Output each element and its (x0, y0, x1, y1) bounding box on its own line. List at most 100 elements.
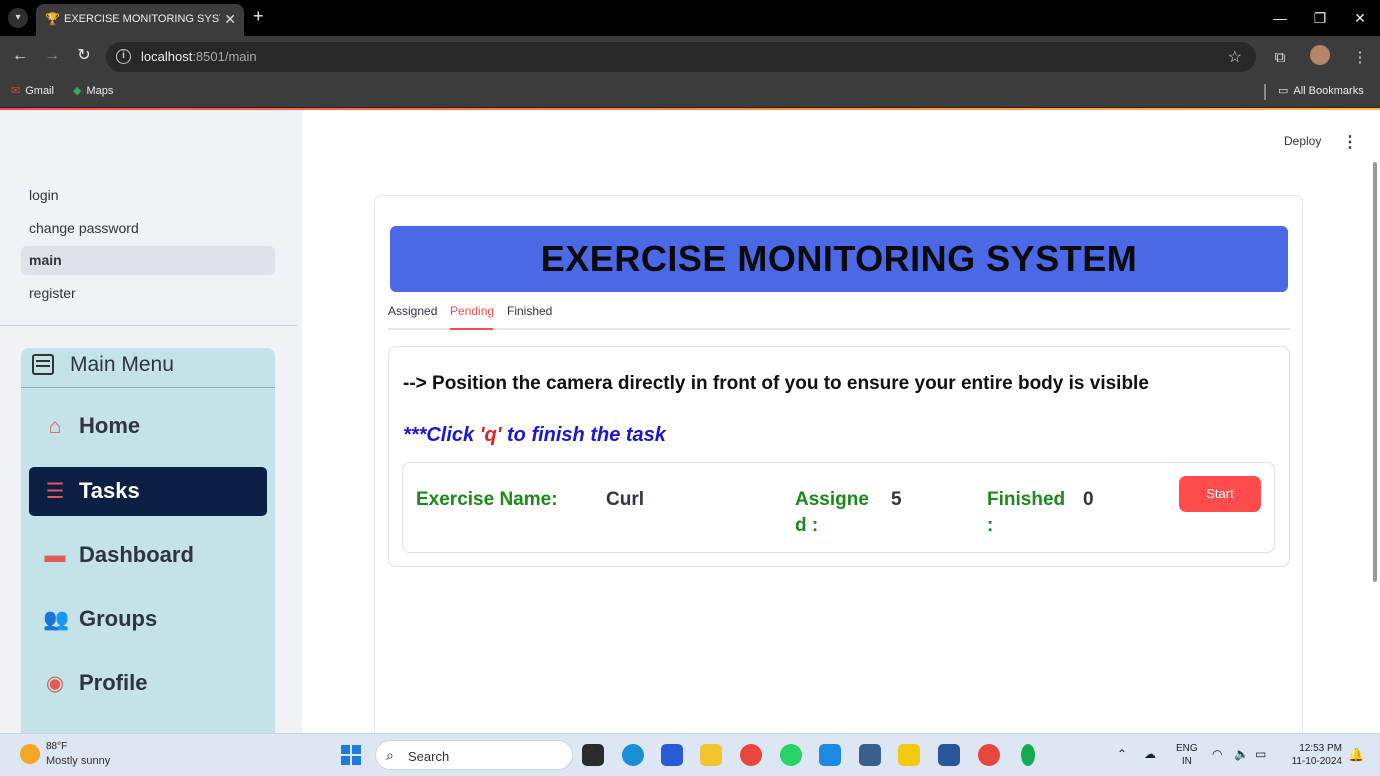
nav-link-change-password[interactable]: change password (21, 214, 275, 243)
profile-avatar[interactable] (1300, 45, 1340, 69)
volume-icon[interactable]: 🔈 (1234, 747, 1249, 761)
page-banner-title: EXERCISE MONITORING SYSTEM (390, 226, 1288, 292)
back-icon[interactable]: ← (10, 46, 30, 66)
browser-tab-strip: ▾ 🏆 EXERCISE MONITORING SYSTEM ✕ + — ❐ ✕ (0, 0, 1380, 36)
close-tab-icon[interactable]: ✕ (224, 11, 236, 28)
url-text: localhost:8501/main (141, 49, 257, 64)
list-icon: ☰ (45, 480, 65, 503)
restore-icon[interactable]: ❐ (1300, 0, 1340, 36)
chrome-menu-icon[interactable]: ⋮ (1340, 48, 1380, 66)
system-clock[interactable]: 12:53 PM 11-10-2024 (1284, 742, 1342, 768)
edge-icon[interactable] (622, 744, 644, 766)
all-bookmarks[interactable]: ▭ All Bookmarks (1278, 84, 1364, 97)
forward-icon[interactable]: → (42, 46, 62, 66)
wifi-icon[interactable]: ◠ (1212, 747, 1222, 761)
finished-value: 0 (1083, 489, 1094, 510)
reload-icon[interactable]: ↻ (74, 46, 94, 66)
menu-item-tasks[interactable]: ☰ Tasks (29, 467, 267, 516)
language-indicator[interactable]: ENG IN (1176, 742, 1198, 768)
close-window-icon[interactable]: ✕ (1340, 0, 1380, 36)
onedrive-icon[interactable]: ☁ (1144, 747, 1156, 761)
trophy-favicon-icon: 🏆 (45, 12, 60, 26)
tab-assigned[interactable]: Assigned (388, 304, 437, 318)
menu-card-icon (32, 354, 54, 375)
window-controls: — ❐ ✕ (1260, 0, 1380, 36)
bookmark-maps-label: Maps (86, 85, 114, 97)
word-icon[interactable] (938, 744, 960, 766)
start-button[interactable]: Start (1179, 476, 1261, 512)
powerbi-icon[interactable] (898, 744, 920, 766)
url-host: localhost (141, 49, 193, 64)
chrome-profile-icon[interactable] (978, 744, 1000, 766)
language-code: ENG (1176, 743, 1198, 754)
main-menu-title: Main Menu (70, 353, 174, 376)
windows-taskbar: 88°F Mostly sunny ⌕ Search ⌃ ☁ ENG IN ◠ … (0, 733, 1380, 776)
house-icon: ⌂ (48, 415, 62, 438)
deploy-button[interactable]: Deploy (1284, 134, 1321, 148)
main-content: Deploy ⋮ EXERCISE MONITORING SYSTEM Assi… (302, 110, 1380, 755)
nav-link-main[interactable]: main (21, 246, 275, 275)
minimize-icon[interactable]: — (1260, 0, 1300, 36)
bookmark-gmail[interactable]: ✉ Gmail (11, 84, 54, 97)
page-scrollbar[interactable] (1373, 162, 1377, 582)
assigned-label-line2: d : (795, 515, 819, 536)
new-tab-icon[interactable]: + (253, 6, 264, 27)
bookmark-gmail-label: Gmail (25, 85, 54, 97)
maps-icon: ◆ (73, 85, 82, 97)
browser-toolbar: ← → ↻ i localhost:8501/main ☆ ⧉ ⋮ (0, 36, 1380, 78)
address-bar[interactable]: i localhost:8501/main ☆ (106, 42, 1256, 72)
language-region: IN (1181, 756, 1192, 767)
assigned-value: 5 (891, 489, 902, 510)
exercise-name-value: Curl (606, 489, 644, 510)
exercise-name-label: Exercise Name: (416, 489, 558, 510)
browser-tab[interactable]: 🏆 EXERCISE MONITORING SYSTEM ✕ (36, 4, 244, 36)
nav-link-register[interactable]: register (21, 279, 275, 308)
tray-chevron-icon[interactable]: ⌃ (1117, 747, 1127, 761)
finished-label-line1: Finished (987, 489, 1066, 510)
main-menu-kebab-icon[interactable]: ⋮ (1342, 132, 1358, 152)
mongodb-icon[interactable] (1021, 744, 1035, 766)
file-explorer-icon[interactable] (700, 744, 722, 766)
assigned-label-line1: Assigne (795, 489, 869, 510)
menu-item-label: Home (79, 413, 141, 438)
menu-item-dashboard[interactable]: ▬ Dashboard (29, 531, 267, 580)
tab-finished[interactable]: Finished (507, 304, 552, 318)
bookmark-star-icon[interactable]: ☆ (1228, 47, 1242, 67)
site-info-icon[interactable]: i (116, 49, 131, 64)
whatsapp-icon[interactable] (780, 744, 802, 766)
people-icon: 👥 (43, 608, 70, 631)
menu-item-label: Profile (79, 670, 148, 695)
tab-search-button[interactable]: ▾ (8, 8, 28, 28)
windows-start-icon[interactable] (341, 745, 361, 765)
camera-instruction: --> Position the camera directly in fron… (403, 373, 1149, 394)
weather-temperature[interactable]: 88°F (46, 741, 67, 752)
menu-item-label: Tasks (79, 478, 140, 503)
notification-bell-icon[interactable]: 🔔 (1348, 747, 1364, 763)
finish-note-key: 'q' (479, 424, 502, 446)
menu-item-home[interactable]: ⌂ Home (29, 402, 267, 451)
menu-item-label: Groups (79, 606, 158, 631)
menu-item-groups[interactable]: 👥 Groups (29, 595, 267, 644)
person-circle-icon: ◉ (45, 672, 65, 695)
url-path: :8501/main (192, 49, 257, 64)
bookmark-maps[interactable]: ◆ Maps (73, 84, 113, 97)
battery-icon[interactable]: ▭ (1255, 747, 1266, 761)
tab-pending[interactable]: Pending (450, 304, 494, 318)
extensions-icon[interactable]: ⧉ (1260, 49, 1300, 66)
chrome-icon[interactable] (740, 744, 762, 766)
bookmark-separator (1264, 84, 1266, 100)
gmail-icon: ✉ (11, 85, 21, 97)
taskbar-search[interactable]: ⌕ Search (375, 740, 573, 770)
task-tabs: Assigned Pending Finished (388, 300, 1290, 330)
store-icon[interactable] (661, 744, 683, 766)
content-card: EXERCISE MONITORING SYSTEM Assigned Pend… (374, 195, 1303, 755)
task-view-icon[interactable] (582, 744, 604, 766)
task-row: Exercise Name: Curl Assigne d : 5 Finish… (402, 462, 1275, 553)
nav-link-login[interactable]: login (21, 181, 275, 210)
sidebar-divider (0, 325, 297, 326)
weather-sun-icon[interactable] (20, 744, 40, 764)
menu-item-profile[interactable]: ◉ Profile (29, 659, 267, 708)
vscode-icon[interactable] (819, 744, 841, 766)
weather-description[interactable]: Mostly sunny (46, 755, 110, 767)
app-icon[interactable] (859, 744, 881, 766)
